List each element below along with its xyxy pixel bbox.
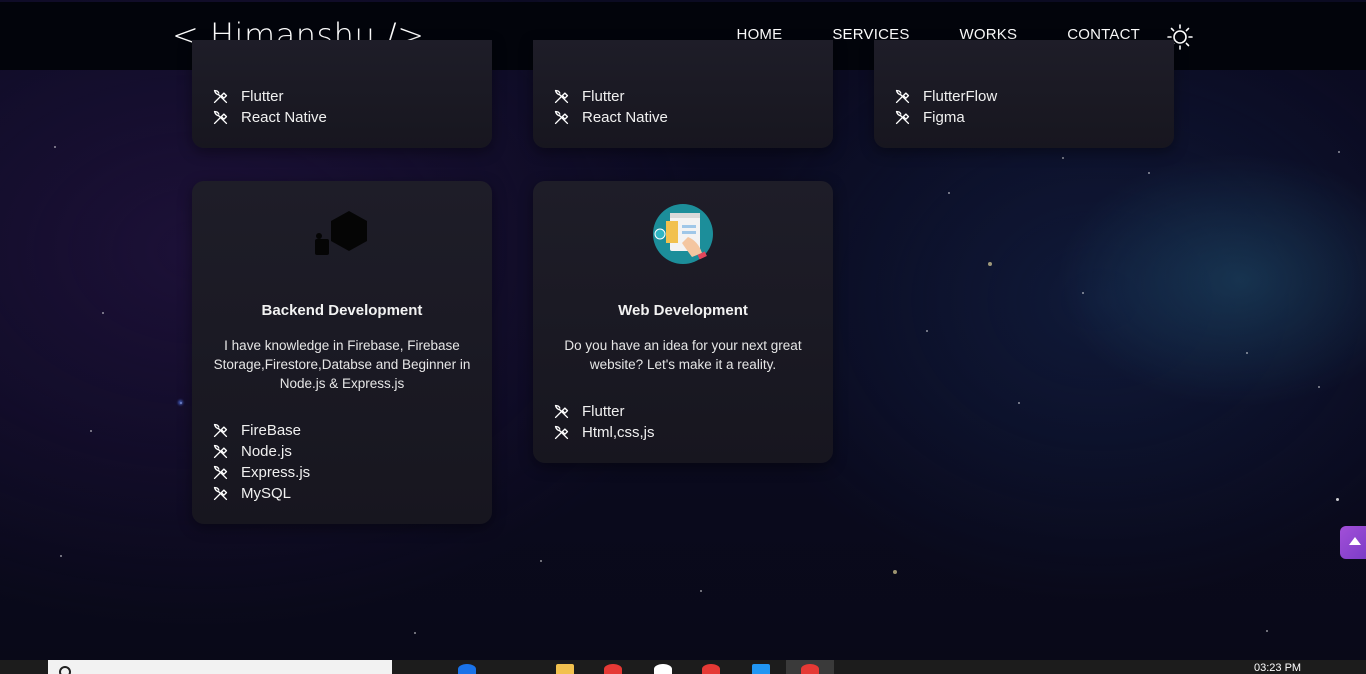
tool-item: Flutter xyxy=(553,401,655,422)
service-card-top-middle: Flutter React Native xyxy=(533,40,833,148)
service-card-backend: Backend Development I have knowledge in … xyxy=(192,181,492,524)
tool-list: FlutterFlow Figma xyxy=(894,86,997,128)
card-description: I have knowledge in Firebase, Firebase S… xyxy=(213,338,471,391)
tool-item: Express.js xyxy=(212,462,310,483)
tools-icon xyxy=(895,110,910,125)
tools-icon xyxy=(213,89,228,104)
tool-list: Flutter Html,css,js xyxy=(553,401,655,443)
card-title: Web Development xyxy=(618,302,748,319)
tool-list: FireBase Node.js Express.js MySQL xyxy=(212,420,310,504)
tools-icon xyxy=(213,486,228,501)
service-card-web: Web Development Do you have an idea for … xyxy=(533,181,833,463)
tool-item: React Native xyxy=(553,107,668,128)
folder-icon[interactable] xyxy=(556,664,574,674)
tool-item: Html,css,js xyxy=(553,422,655,443)
tools-icon xyxy=(554,425,569,440)
taskbar-clock: 03:23 PM xyxy=(1254,662,1302,674)
app-icon[interactable] xyxy=(604,664,622,674)
service-card-top-left: Flutter React Native xyxy=(192,40,492,148)
tool-item: FlutterFlow xyxy=(894,86,997,107)
tool-item: Flutter xyxy=(212,86,327,107)
tool-item: FireBase xyxy=(212,420,310,441)
app-icon[interactable] xyxy=(702,664,720,674)
tool-list: Flutter React Native xyxy=(553,86,668,128)
card-title: Backend Development xyxy=(261,302,423,319)
tool-item: React Native xyxy=(212,107,327,128)
tool-list: Flutter React Native xyxy=(212,86,327,128)
arrow-up-icon xyxy=(1349,537,1361,545)
tools-icon xyxy=(213,423,228,438)
tools-icon xyxy=(213,444,228,459)
tool-item: MySQL xyxy=(212,483,310,504)
chrome-icon xyxy=(801,664,819,674)
tools-icon xyxy=(213,465,228,480)
tool-item: Figma xyxy=(894,107,997,128)
service-card-top-right: FlutterFlow Figma xyxy=(874,40,1174,148)
scroll-to-top-button[interactable] xyxy=(1340,526,1366,559)
taskbar-search[interactable] xyxy=(48,660,392,674)
app-icon[interactable] xyxy=(654,664,672,674)
web-design-icon xyxy=(653,204,713,264)
os-taskbar: 03:23 PM xyxy=(0,660,1366,674)
search-icon xyxy=(59,666,71,674)
tools-icon xyxy=(213,110,228,125)
tools-icon xyxy=(895,89,910,104)
tools-icon xyxy=(554,89,569,104)
hexagon-icon xyxy=(315,211,367,255)
tools-icon xyxy=(554,110,569,125)
edge-icon[interactable] xyxy=(458,664,476,674)
taskbar-active-app[interactable] xyxy=(786,660,834,674)
card-description: Do you have an idea for your next great … xyxy=(564,338,802,372)
vscode-icon[interactable] xyxy=(752,664,770,674)
tools-icon xyxy=(554,404,569,419)
tool-item: Flutter xyxy=(553,86,668,107)
tool-item: Node.js xyxy=(212,441,310,462)
